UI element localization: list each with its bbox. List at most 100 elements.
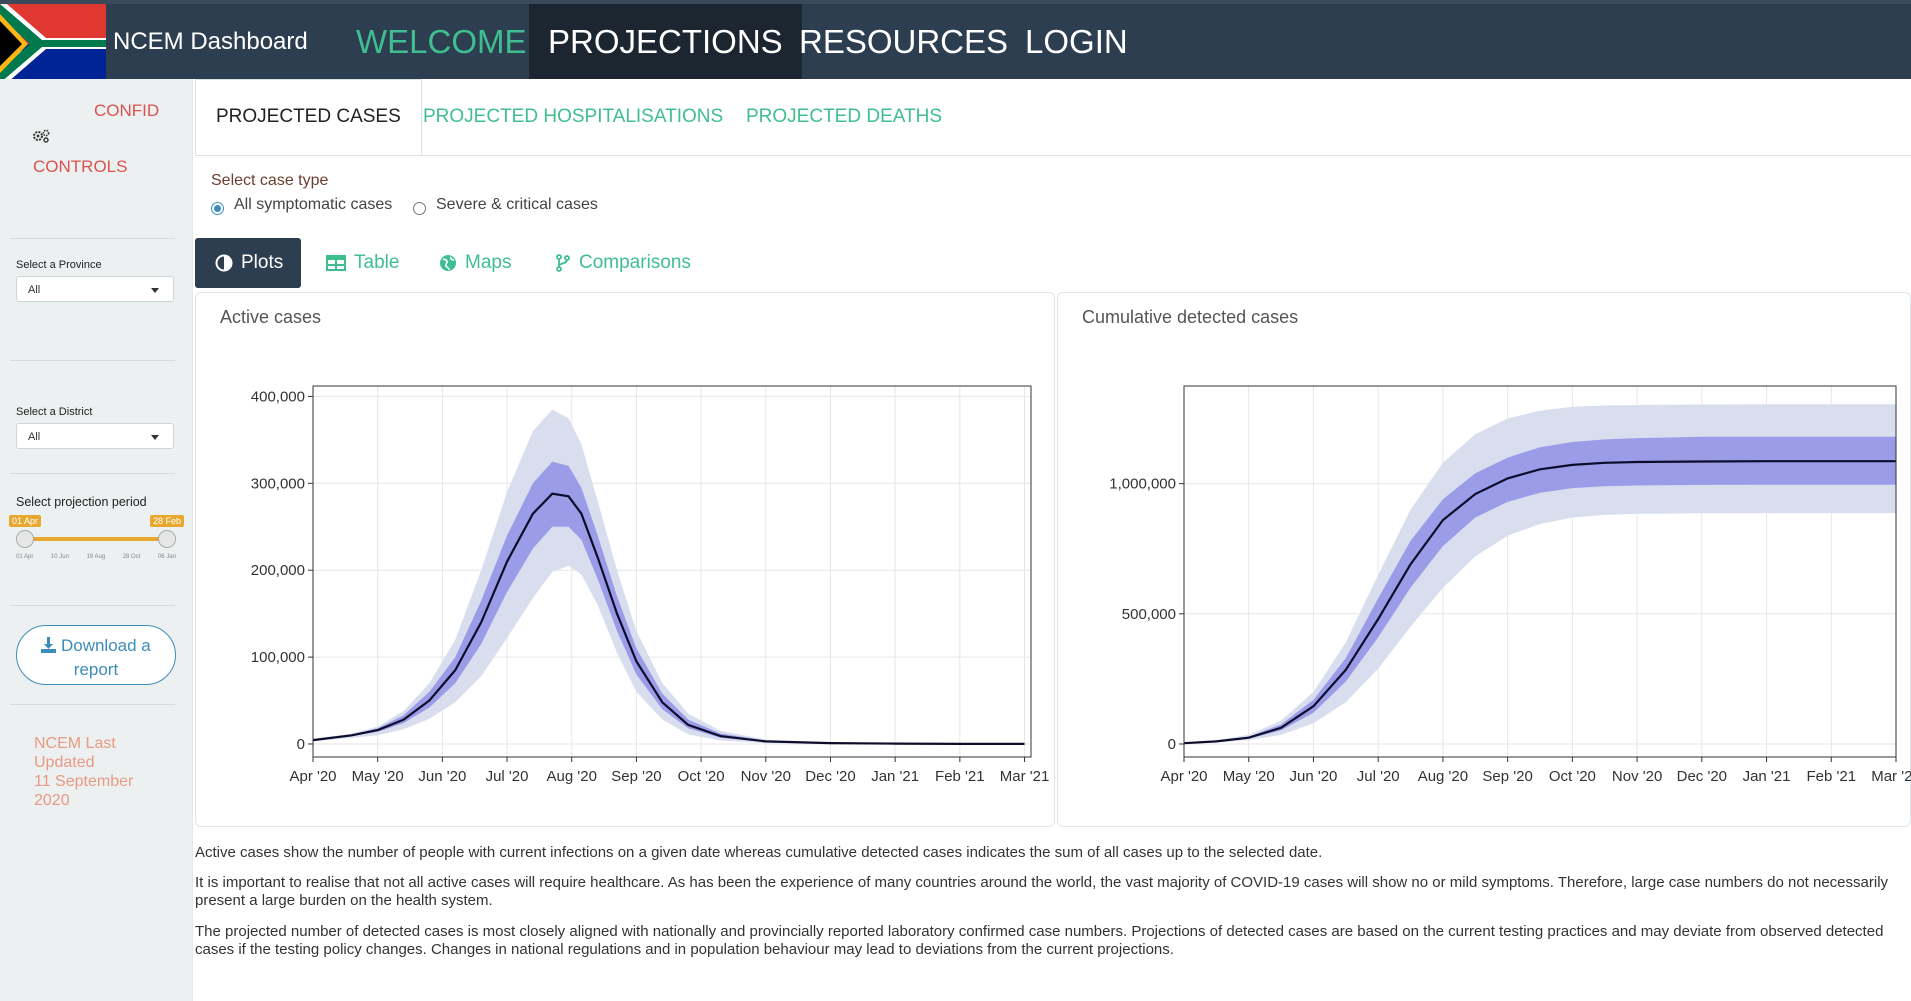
gears-icon — [33, 129, 50, 143]
subtab-label: Comparisons — [579, 252, 691, 273]
nav-resources[interactable]: RESOURCES — [780, 4, 1027, 79]
tab-projected-deaths[interactable]: PROJECTED DEATHS — [746, 79, 942, 155]
explanation-paragraph: The projected number of detected cases i… — [195, 923, 1884, 958]
download-report-button[interactable]: Download a report — [16, 625, 176, 685]
active-cases-chart[interactable]: Apr '20 May '20 Jun '20 Jul '20 Aug '20 Sep '… — [196, 293, 1056, 828]
x-tick-label: Jun '20 — [418, 768, 466, 785]
province-select[interactable]: All — [16, 276, 174, 302]
download-label: Download a report — [60, 636, 151, 679]
x-tick-label: Apr '20 — [1160, 768, 1207, 785]
x-tick-label: Nov '20 — [741, 768, 791, 785]
divider — [10, 360, 175, 361]
cumulative-cases-panel: Cumulative detected cases Apr '20 May '20… — [1057, 292, 1911, 827]
x-tick-label: Dec '20 — [805, 768, 855, 785]
x-tick-label: Aug '20 — [547, 768, 597, 785]
slider-tick: 01 Apr — [16, 554, 34, 560]
projection-tabs: PROJECTED CASES PROJECTED HOSPITALISATIO… — [195, 79, 1911, 156]
x-tick-label: Apr '20 — [289, 768, 336, 785]
radio-all-symptomatic[interactable]: All symptomatic cases — [211, 196, 393, 215]
y-tick-label: 0 — [297, 736, 305, 753]
subtab-maps[interactable]: Maps — [439, 238, 511, 288]
brand-title[interactable]: NCEM Dashboard — [113, 28, 308, 56]
y-tick-label: 500,000 — [1122, 606, 1176, 623]
branch-icon — [556, 254, 570, 272]
x-tick-label: Jun '20 — [1290, 768, 1338, 785]
tab-projected-cases[interactable]: PROJECTED CASES — [195, 79, 422, 155]
subtab-plots[interactable]: Plots — [195, 238, 302, 288]
x-tick-label: Jan '21 — [871, 768, 919, 785]
x-tick-label: May '20 — [1223, 768, 1275, 785]
nav-projections[interactable]: PROJECTIONS — [529, 4, 802, 79]
period-slider-track[interactable] — [24, 537, 167, 541]
case-type-label: Select case type — [211, 172, 329, 189]
chevron-down-icon — [151, 288, 159, 293]
divider — [10, 473, 175, 474]
slider-tick: 19 Aug — [86, 554, 106, 560]
slider-tick: 10 Jun — [50, 554, 69, 560]
district-label: Select a District — [16, 406, 93, 418]
subtab-label: Table — [354, 252, 400, 273]
slider-to-tag: 28 Feb — [150, 515, 185, 527]
radio-label: All symptomatic cases — [234, 196, 393, 213]
subtab-comparisons[interactable]: Comparisons — [555, 238, 691, 288]
x-tick-label: May '20 — [352, 768, 404, 785]
tab-projected-hospitalisations[interactable]: PROJECTED HOSPITALISATIONS — [423, 79, 723, 155]
slider-handle-to[interactable] — [158, 530, 176, 548]
x-tick-label: Jul '20 — [486, 768, 529, 785]
radio-label: Severe & critical cases — [436, 196, 598, 213]
district-select[interactable]: All — [16, 423, 174, 449]
x-tick-label: Sep '20 — [611, 768, 661, 785]
x-tick-label: Sep '20 — [1482, 768, 1532, 785]
explanation-paragraph: Active cases show the number of people w… — [195, 844, 1323, 861]
x-tick-label: Jul '20 — [1357, 768, 1400, 785]
updated-line: 2020 — [34, 792, 70, 809]
x-tick-label: Aug '20 — [1418, 768, 1468, 785]
nav-login[interactable]: LOGIN — [1006, 4, 1147, 79]
slider-handle-from[interactable] — [16, 530, 34, 548]
radio-severe-critical[interactable]: Severe & critical cases — [413, 196, 598, 215]
updated-line: NCEM Last — [34, 735, 116, 752]
last-updated-text: NCEM Last Updated 11 September 2020 — [34, 734, 133, 810]
sidebar: CONFID CONTROLS Select a Province All Se… — [0, 79, 193, 1001]
radio-unselected-icon[interactable] — [413, 201, 426, 215]
nav-welcome[interactable]: WELCOME — [337, 4, 546, 79]
y-tick-label: 0 — [1168, 736, 1176, 753]
radio-selected-icon[interactable] — [211, 201, 224, 215]
navbar: NCEM Dashboard WELCOME PROJECTIONS RESOU… — [0, 0, 1911, 83]
district-value: All — [28, 431, 41, 443]
y-tick-label: 300,000 — [251, 475, 305, 492]
y-tick-label: 400,000 — [251, 388, 305, 405]
period-label: Select projection period — [16, 495, 147, 509]
x-tick-label: Oct '20 — [678, 768, 725, 785]
x-tick-label: Jan '21 — [1743, 768, 1791, 785]
chevron-down-icon — [151, 435, 159, 440]
subtab-label: Maps — [465, 252, 512, 273]
y-tick-label: 200,000 — [251, 562, 305, 579]
subtab-label: Plots — [241, 252, 284, 273]
x-tick-label: Oct '20 — [1549, 768, 1596, 785]
x-tick-label: Nov '20 — [1612, 768, 1662, 785]
explanation-paragraph: It is important to realise that not all … — [195, 874, 1889, 909]
y-tick-label: 100,000 — [251, 649, 305, 666]
updated-line: Updated — [34, 754, 95, 771]
slider-tick: 28 Oct — [122, 554, 141, 560]
province-value: All — [28, 284, 41, 296]
half-circle-icon — [215, 254, 233, 272]
cumulative-cases-chart[interactable]: Apr '20 May '20 Jun '20 Jul '20 Aug '20 Sep '… — [1058, 293, 1911, 828]
province-label: Select a Province — [16, 259, 102, 271]
table-icon — [326, 255, 346, 271]
updated-line: 11 September — [34, 773, 134, 790]
divider — [10, 238, 175, 239]
x-tick-label: Feb '21 — [935, 768, 985, 785]
slider-tick: 06 Jan — [157, 554, 176, 560]
download-icon — [41, 637, 57, 653]
subtab-table[interactable]: Table — [326, 238, 399, 288]
confid-label[interactable]: CONFID — [94, 101, 159, 121]
slider-ticks: 01 Apr 10 Jun 19 Aug 28 Oct 06 Jan — [16, 554, 176, 560]
divider — [10, 704, 175, 705]
active-cases-panel: Active cases Apr '20 May '20 Jun '20 Jul '2… — [195, 292, 1055, 827]
x-tick-label: Feb '21 — [1806, 768, 1856, 785]
divider — [10, 605, 175, 606]
y-tick-label: 1,000,000 — [1109, 476, 1176, 493]
slider-from-tag: 01 Apr — [9, 515, 42, 527]
